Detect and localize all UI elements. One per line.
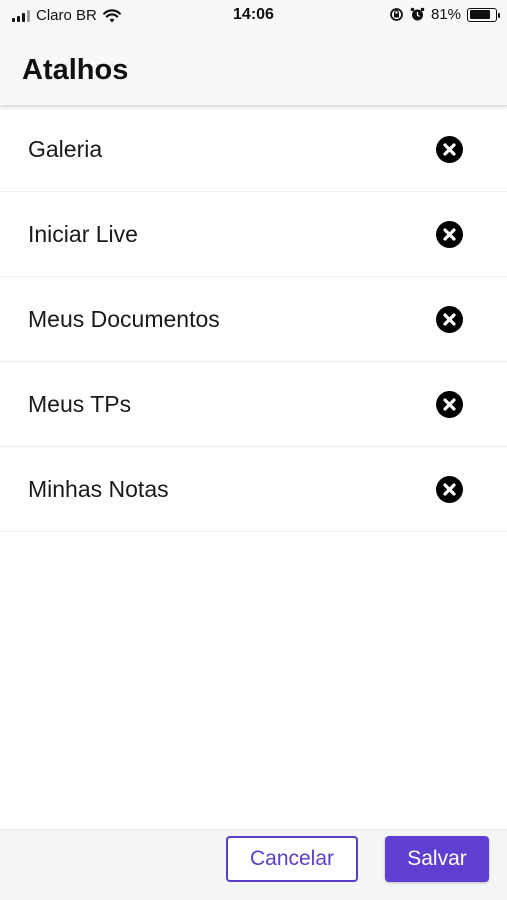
remove-circle-icon[interactable] bbox=[436, 135, 463, 163]
cancel-button[interactable]: Cancelar bbox=[226, 836, 358, 882]
status-bar: Claro BR 14:06 81% bbox=[0, 0, 507, 32]
battery-fill bbox=[469, 10, 490, 19]
shortcut-label: Meus TPs bbox=[28, 390, 132, 417]
shortcut-row: Minhas Notas bbox=[0, 447, 507, 532]
remove-circle-icon[interactable] bbox=[436, 475, 463, 503]
shortcut-list: Galeria Iniciar Live Meus Documentos Meu… bbox=[0, 107, 507, 532]
shortcut-row: Galeria bbox=[0, 107, 507, 192]
status-right: 81% bbox=[389, 6, 500, 23]
page-title: Atalhos bbox=[22, 54, 129, 86]
rotation-lock-icon bbox=[390, 8, 403, 21]
battery-percent: 81% bbox=[430, 6, 461, 23]
shortcut-row: Meus Documentos bbox=[0, 277, 507, 362]
remove-circle-icon[interactable] bbox=[436, 305, 463, 333]
shortcut-label: Galeria bbox=[28, 135, 103, 162]
shortcut-label: Iniciar Live bbox=[28, 220, 138, 247]
remove-circle-icon[interactable] bbox=[436, 390, 463, 418]
save-button[interactable]: Salvar bbox=[385, 836, 489, 882]
app-header: Atalhos bbox=[0, 32, 507, 106]
battery-icon bbox=[467, 7, 500, 22]
shortcut-row: Meus TPs bbox=[0, 362, 507, 447]
shortcut-row: Iniciar Live bbox=[0, 192, 507, 277]
remove-circle-icon[interactable] bbox=[436, 220, 463, 248]
action-footer: Cancelar Salvar bbox=[0, 829, 507, 900]
shortcut-label: Meus Documentos bbox=[28, 305, 220, 332]
shortcuts-screen: Claro BR 14:06 81% Atalhos Galeria Inici… bbox=[0, 0, 507, 900]
alarm-icon bbox=[410, 7, 425, 21]
shortcut-label: Minhas Notas bbox=[28, 475, 169, 502]
